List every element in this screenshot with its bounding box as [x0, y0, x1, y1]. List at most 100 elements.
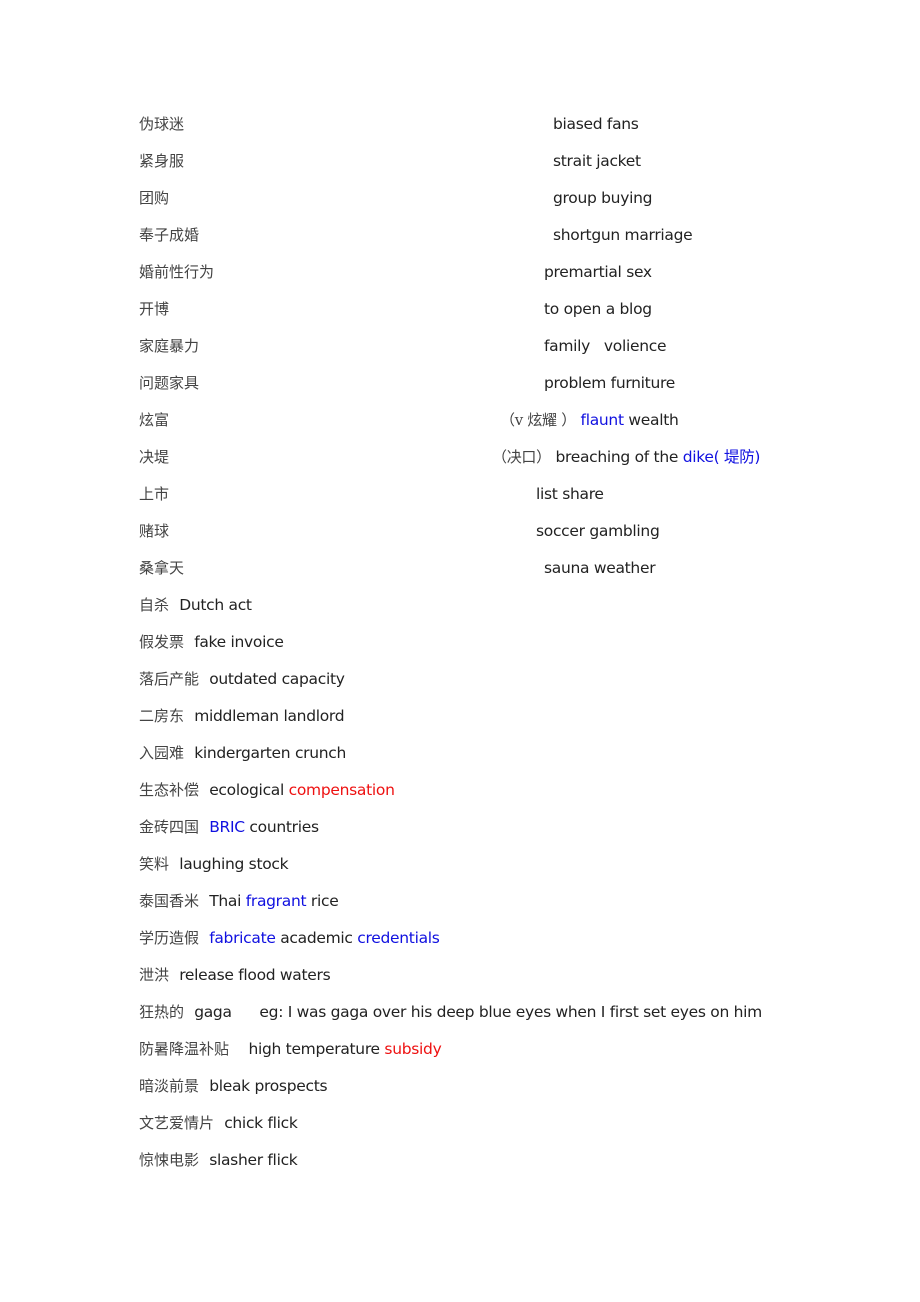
chinese-term: 婚前性行为: [139, 263, 215, 281]
english-translation: （决口） breaching of the dike( 堤防): [492, 445, 760, 469]
highlighted-term-text: flaunt: [575, 411, 625, 429]
chinese-term: 赌球: [139, 522, 170, 540]
english-term-text: bleak prospects: [209, 1077, 328, 1095]
english-term-text: outdated capacity: [209, 670, 345, 688]
english-term-text: slasher flick: [209, 1151, 298, 1169]
english-term-text: fake invoice: [194, 633, 284, 651]
english-translation: shortgun marriage: [553, 223, 693, 247]
english-term-text: problem furniture: [544, 374, 675, 392]
glossary-entry: 入园难 kindergarten crunch: [139, 741, 346, 765]
english-term-text: laughing stock: [179, 855, 289, 873]
chinese-term: 文艺爱情片: [139, 1114, 215, 1132]
english-translation: Dutch act: [179, 596, 252, 614]
chinese-term: 狂热的: [139, 1003, 185, 1021]
english-term-text: sauna weather: [544, 559, 656, 577]
english-translation: premartial sex: [544, 260, 652, 284]
english-translation: problem furniture: [544, 371, 675, 395]
english-term-text: ecological: [209, 781, 289, 799]
english-translation: list share: [536, 482, 604, 506]
chinese-term: 紧身服: [139, 152, 185, 170]
chinese-term: 泰国香米: [139, 892, 200, 910]
chinese-term: 防暑降温补贴: [139, 1040, 230, 1058]
chinese-term: 家庭暴力: [139, 337, 200, 355]
english-translation: gaga eg: I was gaga over his deep blue e…: [194, 1003, 762, 1021]
english-translation: strait jacket: [553, 149, 641, 173]
chinese-term: 炫富: [139, 411, 170, 429]
chinese-term: 生态补偿: [139, 781, 200, 799]
english-translation: middleman landlord: [194, 707, 344, 725]
highlighted-term-text: dike( 堤防): [682, 448, 761, 466]
english-term-text: to open a blog: [544, 300, 652, 318]
chinese-note-text: （决口）: [492, 448, 551, 466]
chinese-term: 团购: [139, 189, 170, 207]
english-term-text: biased fans: [553, 115, 639, 133]
highlighted-term-text: fabricate: [209, 929, 276, 947]
english-translation: BRIC countries: [209, 818, 319, 836]
glossary-entry: 金砖四国 BRIC countries: [139, 815, 319, 839]
english-translation: fabricate academic credentials: [209, 929, 440, 947]
glossary-entry: 二房东 middleman landlord: [139, 704, 345, 728]
english-translation: （v 炫耀 ） flaunt wealth: [500, 408, 679, 432]
english-translation: release flood waters: [179, 966, 330, 984]
english-term-text: chick flick: [224, 1114, 298, 1132]
english-term-text: list share: [536, 485, 604, 503]
english-term-text: countries: [244, 818, 319, 836]
english-translation: soccer gambling: [536, 519, 660, 543]
english-term-text: gaga eg: I was gaga over his deep blue e…: [194, 1003, 762, 1021]
glossary-entry: 落后产能 outdated capacity: [139, 667, 345, 691]
chinese-term: 自杀: [139, 596, 170, 614]
chinese-term: 上市: [139, 485, 170, 503]
english-term-text: academic: [275, 929, 358, 947]
highlighted-term-text: credentials: [357, 929, 440, 947]
english-term-text: wealth: [623, 411, 679, 429]
english-translation: fake invoice: [194, 633, 284, 651]
english-term-text: Dutch act: [179, 596, 252, 614]
english-translation: ecological compensation: [209, 781, 395, 799]
glossary-entry: 笑料 laughing stock: [139, 852, 289, 876]
chinese-term: 落后产能: [139, 670, 200, 688]
chinese-note-text: （v 炫耀 ）: [500, 411, 576, 429]
glossary-entry: 学历造假 fabricate academic credentials: [139, 926, 440, 950]
english-translation: sauna weather: [544, 556, 656, 580]
chinese-term: 暗淡前景: [139, 1077, 200, 1095]
chinese-term: 金砖四国: [139, 818, 200, 836]
english-translation: laughing stock: [179, 855, 288, 873]
glossary-entry: 泰国香米 Thai fragrant rice: [139, 889, 339, 913]
glossary-entry: 狂热的 gaga eg: I was gaga over his deep bl…: [139, 1000, 762, 1024]
english-term-text: strait jacket: [553, 152, 641, 170]
english-translation: bleak prospects: [209, 1077, 327, 1095]
english-translation: slasher flick: [209, 1151, 298, 1169]
glossary-entry: 假发票 fake invoice: [139, 630, 284, 654]
english-term-text: family volience: [544, 337, 667, 355]
highlighted-term-text: compensation: [288, 781, 395, 799]
english-term-text: kindergarten crunch: [194, 744, 347, 762]
english-translation: biased fans: [553, 112, 639, 136]
english-term-text: soccer gambling: [536, 522, 660, 540]
glossary-entry: 生态补偿 ecological compensation: [139, 778, 395, 802]
glossary-entry: 自杀 Dutch act: [139, 593, 252, 617]
glossary-entry: 防暑降温补贴 high temperature subsidy: [139, 1037, 442, 1061]
chinese-term: 惊悚电影: [139, 1151, 200, 1169]
english-term-text: breaching of the: [550, 448, 683, 466]
chinese-term: 奉子成婚: [139, 226, 200, 244]
chinese-term: 笑料: [139, 855, 170, 873]
chinese-term: 开博: [139, 300, 170, 318]
english-term-text: rice: [306, 892, 339, 910]
chinese-term: 二房东: [139, 707, 185, 725]
chinese-term: 桑拿天: [139, 559, 185, 577]
chinese-term: 假发票: [139, 633, 185, 651]
english-translation: high temperature subsidy: [239, 1040, 441, 1058]
